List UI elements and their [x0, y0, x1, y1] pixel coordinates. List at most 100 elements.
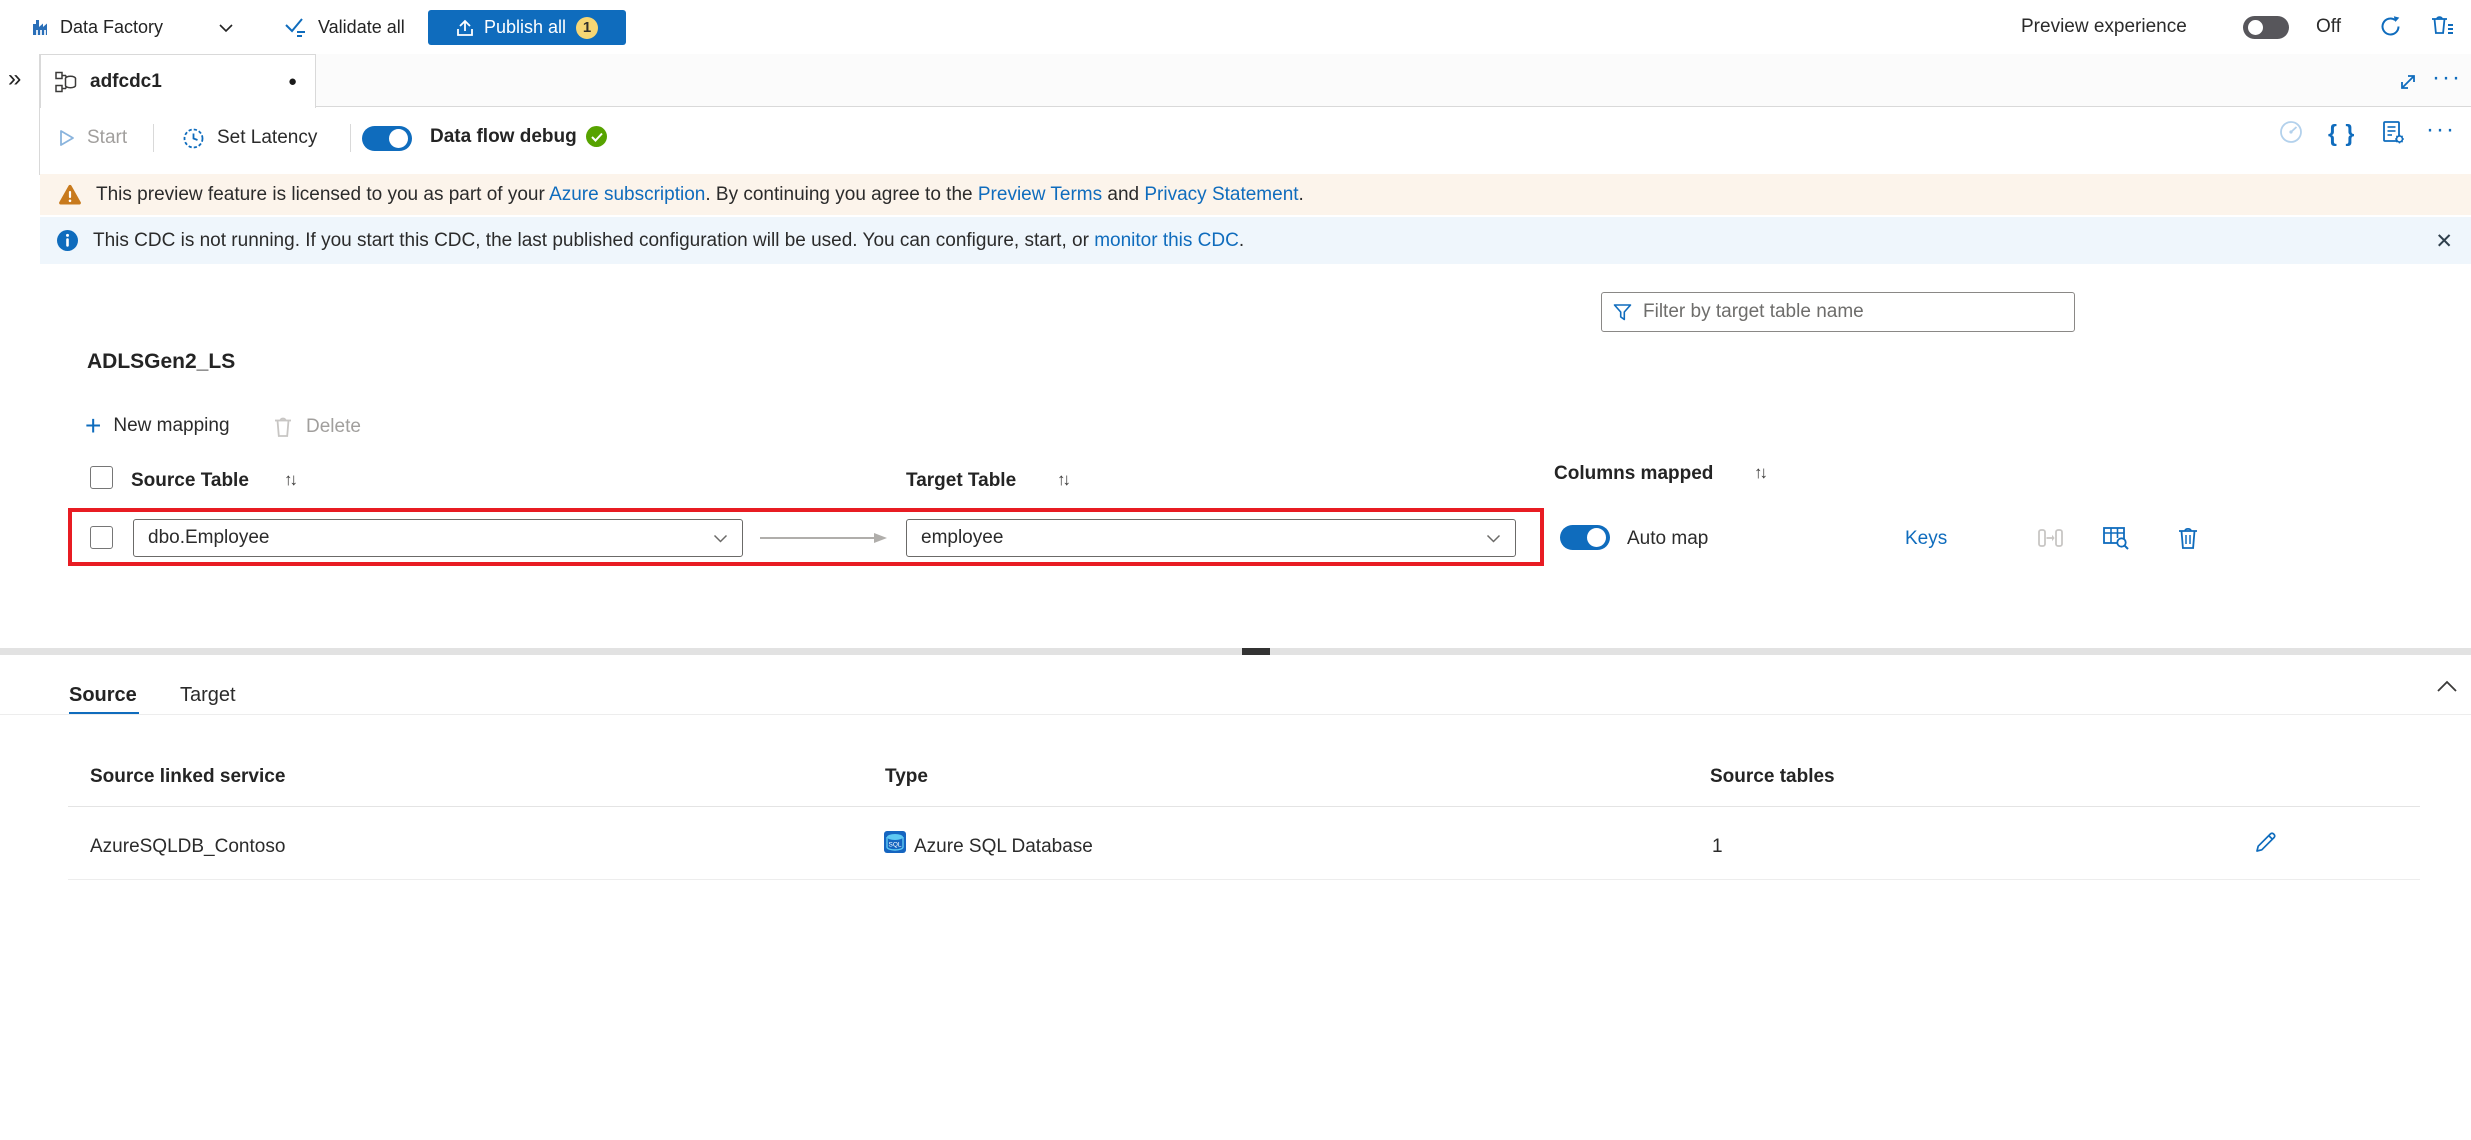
publish-count-badge: 1	[576, 17, 598, 39]
warning-icon	[58, 184, 82, 206]
col-type: Type	[885, 766, 928, 788]
preview-experience-toggle[interactable]	[2243, 16, 2289, 39]
delete-mapping-button[interactable]: Delete	[272, 415, 361, 439]
delete-row-icon[interactable]	[2176, 525, 2200, 551]
warning-text-3: and	[1102, 184, 1144, 205]
source-tables-count-cell: 1	[1712, 836, 1723, 858]
table-header-divider	[68, 806, 2420, 807]
new-mapping-label: New mapping	[113, 415, 229, 437]
target-table-select[interactable]: employee	[906, 519, 1516, 557]
splitter-drag-handle[interactable]	[1242, 648, 1270, 655]
auto-map-toggle[interactable]	[1560, 525, 1610, 550]
chevron-down-icon	[1486, 534, 1501, 543]
code-view-icon[interactable]: { }	[2328, 120, 2355, 147]
svg-text:SQL: SQL	[888, 842, 901, 849]
filter-target-table-input[interactable]	[1641, 300, 2064, 324]
validate-all-label: Validate all	[318, 17, 405, 38]
cdc-resource-icon	[54, 70, 78, 94]
close-banner-icon[interactable]: ✕	[2435, 229, 2453, 254]
preview-warning-banner: This preview feature is licensed to you …	[40, 174, 2471, 215]
filter-target-table-box	[1601, 292, 2075, 332]
debug-ready-check-icon	[586, 126, 607, 147]
mapping-arrow-icon	[760, 531, 888, 545]
validate-all-button[interactable]: Validate all	[284, 0, 405, 54]
panel-splitter[interactable]	[0, 648, 2471, 655]
azure-sql-database-icon: SQL	[883, 830, 907, 854]
preview-experience-state: Off	[2316, 16, 2341, 38]
settings-json-icon[interactable]	[2380, 119, 2407, 146]
info-text: This CDC is not running. If you start th…	[93, 230, 1244, 252]
keys-link[interactable]: Keys	[1905, 528, 1947, 550]
clock-icon	[182, 127, 205, 150]
sort-columns-mapped-icon[interactable]: ↑↓	[1754, 463, 1765, 483]
linked-service-name: ADLSGen2_LS	[87, 350, 235, 374]
sort-target-table-icon[interactable]: ↑↓	[1057, 470, 1068, 490]
tab-source[interactable]: Source	[69, 684, 137, 707]
adf-window: Data Factory Validate all Publish all 1 …	[0, 0, 2471, 1140]
publish-all-button[interactable]: Publish all 1	[428, 10, 626, 45]
source-table-value: dbo.Employee	[148, 527, 269, 549]
col-columns-mapped: Columns mapped	[1554, 463, 1713, 485]
expand-sidebar-icon[interactable]: »	[8, 67, 21, 91]
top-bar: Data Factory Validate all Publish all 1 …	[0, 0, 2471, 55]
data-flow-debug-label: Data flow debug	[430, 126, 577, 148]
toolbar-more-actions-icon[interactable]: ···	[2426, 120, 2456, 140]
toolbar-separator	[153, 124, 154, 152]
publish-icon	[456, 19, 474, 37]
source-table-select[interactable]: dbo.Employee	[133, 519, 743, 557]
tab-target[interactable]: Target	[180, 684, 236, 707]
refresh-icon[interactable]	[2378, 14, 2403, 39]
edit-source-icon[interactable]	[2253, 830, 2278, 855]
play-icon	[58, 128, 76, 148]
data-preview-icon[interactable]	[2102, 524, 2130, 552]
col-target-table: Target Table	[906, 470, 1016, 492]
row-checkbox[interactable]	[90, 526, 113, 549]
table-row-divider	[68, 879, 2420, 880]
preview-terms-link[interactable]: Preview Terms	[978, 184, 1102, 205]
info-text-1: This CDC is not running. If you start th…	[93, 230, 1094, 251]
collapse-panel-chevron-icon[interactable]	[2436, 680, 2458, 693]
privacy-statement-link[interactable]: Privacy Statement	[1144, 184, 1298, 205]
set-latency-button[interactable]: Set Latency	[182, 107, 317, 169]
delete-label: Delete	[306, 416, 361, 438]
info-text-2: .	[1239, 230, 1244, 251]
toggle-knob	[2248, 20, 2263, 35]
validate-check-icon	[284, 16, 308, 38]
azure-subscription-link[interactable]: Azure subscription	[549, 184, 705, 205]
data-flow-debug-toggle[interactable]	[362, 126, 412, 151]
column-mapping-icon[interactable]	[2037, 525, 2064, 551]
warning-text-2: . By continuing you agree to the	[705, 184, 978, 205]
start-label: Start	[87, 127, 127, 149]
info-icon	[56, 229, 79, 252]
select-all-checkbox[interactable]	[90, 466, 113, 489]
tab-adfcdc1[interactable]: adfcdc1 ●	[40, 54, 316, 108]
col-source-linked-service: Source linked service	[90, 766, 285, 788]
toggle-knob	[1587, 528, 1606, 547]
expand-canvas-icon[interactable]	[2398, 72, 2418, 92]
warning-text: This preview feature is licensed to you …	[96, 184, 1304, 206]
sort-source-table-icon[interactable]: ↑↓	[284, 470, 295, 490]
toolbar-separator	[350, 124, 351, 152]
warning-text-4: .	[1299, 184, 1304, 205]
start-button[interactable]: Start	[58, 107, 127, 169]
monitor-cdc-link[interactable]: monitor this CDC	[1094, 230, 1239, 251]
auto-map-label: Auto map	[1627, 528, 1708, 550]
tab-label: adfcdc1	[90, 71, 162, 93]
publish-all-label: Publish all	[484, 17, 566, 38]
col-source-tables: Source tables	[1710, 766, 1835, 788]
gauge-icon[interactable]	[2278, 119, 2304, 145]
chevron-down-icon[interactable]	[218, 23, 234, 33]
discard-all-icon[interactable]	[2428, 13, 2454, 39]
tab-strip	[0, 54, 2471, 107]
tab-more-actions-icon[interactable]: ···	[2432, 68, 2462, 88]
cdc-toolbar: Start Set Latency Data flow debug { } ··…	[40, 107, 2471, 169]
type-cell: Azure SQL Database	[914, 836, 1093, 858]
warning-text-1: This preview feature is licensed to you …	[96, 184, 549, 205]
filter-funnel-icon	[1612, 302, 1633, 323]
chevron-down-icon	[713, 534, 728, 543]
new-mapping-button[interactable]: + New mapping	[85, 415, 230, 437]
col-source-table: Source Table	[131, 470, 249, 492]
tabs-divider	[0, 714, 2471, 715]
data-factory-logo-icon	[30, 16, 52, 38]
delete-trash-icon	[272, 415, 294, 439]
